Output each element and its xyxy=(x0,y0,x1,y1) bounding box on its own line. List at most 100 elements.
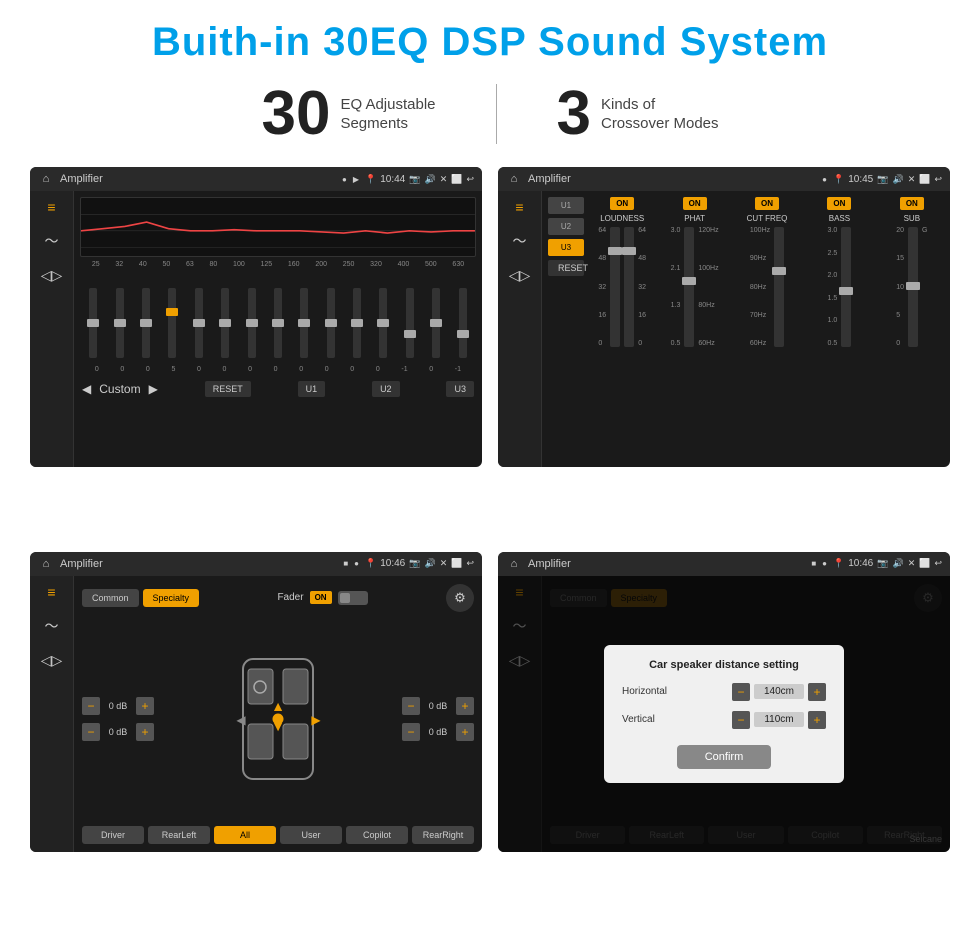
db-plus-rr[interactable]: + xyxy=(456,723,474,741)
eq-icon-2[interactable]: ≡ xyxy=(515,199,523,215)
tab-specialty-3[interactable]: Specialty xyxy=(143,589,200,607)
vol-icon-2[interactable]: ◁▷ xyxy=(509,267,531,284)
eq-slider-2 xyxy=(142,288,150,358)
distance-dialog: Car speaker distance setting Horizontal … xyxy=(604,645,844,783)
bass-slider[interactable] xyxy=(841,227,851,347)
confirm-button[interactable]: Confirm xyxy=(677,745,772,769)
channel-cutfreq: ON CUT FREQ 100Hz90Hz80Hz70Hz60Hz xyxy=(735,197,799,347)
fader-label: Fader xyxy=(277,592,303,603)
wave-icon-3[interactable]: 〜 xyxy=(45,616,59,636)
cutfreq-slider[interactable] xyxy=(774,227,784,347)
pin-icon-1: 📍 xyxy=(365,174,376,185)
eq-icon-3[interactable]: ≡ xyxy=(47,584,55,600)
db-minus-rl[interactable]: − xyxy=(82,723,100,741)
eq-main: 253240506380100125160200250320400500630 xyxy=(74,191,482,467)
screen-eq: ⌂ Amplifier ● ▶ 📍 10:44 📷 🔊 ✕ ⬜ ↩ ≡ 〜 xyxy=(30,167,482,467)
tab-common-3[interactable]: Common xyxy=(82,589,139,607)
loudness-slider[interactable] xyxy=(610,227,620,347)
eq-label: EQ Adjustable Segments xyxy=(340,95,435,134)
user-btn-3[interactable]: User xyxy=(280,826,342,844)
cutfreq-labels: 100Hz90Hz80Hz70Hz60Hz xyxy=(750,227,770,347)
channel-name-cutfreq: CUT FREQ xyxy=(747,214,788,223)
status-bar-2: ⌂ Amplifier ● 📍 10:45 📷 🔊 ✕ ⬜ ↩ xyxy=(498,167,950,191)
phat-slider[interactable] xyxy=(684,227,694,347)
u2-btn[interactable]: U2 xyxy=(372,381,400,397)
preset-u1[interactable]: U1 xyxy=(548,197,584,214)
time-2: 10:45 xyxy=(848,174,873,185)
pin-icon-3: 📍 xyxy=(365,558,376,569)
close-icon-1: ✕ xyxy=(440,174,448,185)
home-icon-1[interactable]: ⌂ xyxy=(38,171,54,187)
db-minus-fl[interactable]: − xyxy=(82,697,100,715)
vertical-value: 110cm xyxy=(754,712,804,727)
stat-block-crossover: 3 Kinds of Crossover Modes xyxy=(557,83,719,145)
preset-u3[interactable]: U3 xyxy=(548,239,584,256)
horizontal-row: Horizontal − 140cm + xyxy=(622,683,826,701)
pin-icon-2: 📍 xyxy=(833,174,844,185)
screen-fader: ⌂ Amplifier ■ ● 📍 10:46 📷 🔊 ✕ ⬜ ↩ ≡ 〜 xyxy=(30,552,482,852)
copilot-btn-3[interactable]: Copilot xyxy=(346,826,408,844)
camera-icon-2: 📷 xyxy=(877,174,888,185)
db-plus-fr[interactable]: + xyxy=(456,697,474,715)
rearright-btn-3[interactable]: RearRight xyxy=(412,826,474,844)
eq-slider-11 xyxy=(379,288,387,358)
rearleft-btn-3[interactable]: RearLeft xyxy=(148,826,210,844)
vertical-plus[interactable]: + xyxy=(808,711,826,729)
crossover-number: 3 xyxy=(557,83,591,145)
eq-slider-3 xyxy=(168,288,176,358)
db-minus-rr[interactable]: − xyxy=(402,723,420,741)
amp-main: U1 U2 U3 RESET ON LOUDNESS xyxy=(542,191,950,467)
phat-labels-r: 120Hz100Hz80Hz60Hz xyxy=(698,227,718,347)
horizontal-plus[interactable]: + xyxy=(808,683,826,701)
vol-icon-3[interactable]: ◁▷ xyxy=(41,652,63,669)
window-icon-3: ⬜ xyxy=(451,558,462,569)
prev-btn[interactable]: ◀ xyxy=(82,382,91,396)
db-plus-fl[interactable]: + xyxy=(136,697,154,715)
u1-btn[interactable]: U1 xyxy=(298,381,326,397)
on-badge-cutfreq: ON xyxy=(755,197,779,210)
left-db-controls: − 0 dB + − 0 dB + xyxy=(82,620,154,818)
fader-middle: − 0 dB + − 0 dB + xyxy=(82,620,474,818)
volume-icon-1: 🔊 xyxy=(424,174,435,185)
fader-slider-track[interactable] xyxy=(338,591,368,605)
home-icon-3[interactable]: ⌂ xyxy=(38,556,54,572)
vol-icon-1[interactable]: ◁▷ xyxy=(41,267,63,284)
db-value-fr: 0 dB xyxy=(424,701,452,711)
eq-slider-12 xyxy=(406,288,414,358)
wave-icon-2[interactable]: 〜 xyxy=(513,231,527,251)
eq-slider-6 xyxy=(248,288,256,358)
sub-slider[interactable] xyxy=(908,227,918,347)
dot-icon-4: ■ xyxy=(811,559,816,568)
settings-btn[interactable]: ⚙ xyxy=(446,584,474,612)
eq-slider-9 xyxy=(327,288,335,358)
screen-amp: ⌂ Amplifier ● 📍 10:45 📷 🔊 ✕ ⬜ ↩ ≡ 〜 ◁▷ xyxy=(498,167,950,467)
eq-icon[interactable]: ≡ xyxy=(47,199,55,215)
eq-slider-5 xyxy=(221,288,229,358)
driver-btn-3[interactable]: Driver xyxy=(82,826,144,844)
reset-btn-1[interactable]: RESET xyxy=(205,381,251,397)
home-icon-2[interactable]: ⌂ xyxy=(506,171,522,187)
eq-slider-8 xyxy=(300,288,308,358)
db-minus-fr[interactable]: − xyxy=(402,697,420,715)
wave-icon-1[interactable]: 〜 xyxy=(45,231,59,251)
preset-u2[interactable]: U2 xyxy=(548,218,584,235)
next-btn[interactable]: ▶ xyxy=(149,382,158,396)
db-plus-rl[interactable]: + xyxy=(136,723,154,741)
eq-bottom: ◀ Custom ▶ RESET U1 U2 U3 xyxy=(80,377,476,401)
loudness-labels: 644832160 xyxy=(598,227,606,347)
time-3: 10:46 xyxy=(380,558,405,569)
db-value-rr: 0 dB xyxy=(424,727,452,737)
screen2-content: ≡ 〜 ◁▷ U1 U2 U3 RESET xyxy=(498,191,950,467)
vertical-label: Vertical xyxy=(622,714,682,725)
u3-btn[interactable]: U3 xyxy=(446,381,474,397)
loudness-slider-2[interactable] xyxy=(624,227,634,347)
home-icon-4[interactable]: ⌂ xyxy=(506,556,522,572)
phat-labels: 3.02.11.30.5 xyxy=(671,227,681,347)
all-btn-3[interactable]: All xyxy=(214,826,276,844)
fader-on[interactable]: ON xyxy=(310,591,332,604)
stats-row: 30 EQ Adjustable Segments 3 Kinds of Cro… xyxy=(30,83,950,145)
horizontal-minus[interactable]: − xyxy=(732,683,750,701)
on-badge-bass: ON xyxy=(827,197,851,210)
reset-btn-2[interactable]: RESET xyxy=(548,260,584,276)
vertical-minus[interactable]: − xyxy=(732,711,750,729)
